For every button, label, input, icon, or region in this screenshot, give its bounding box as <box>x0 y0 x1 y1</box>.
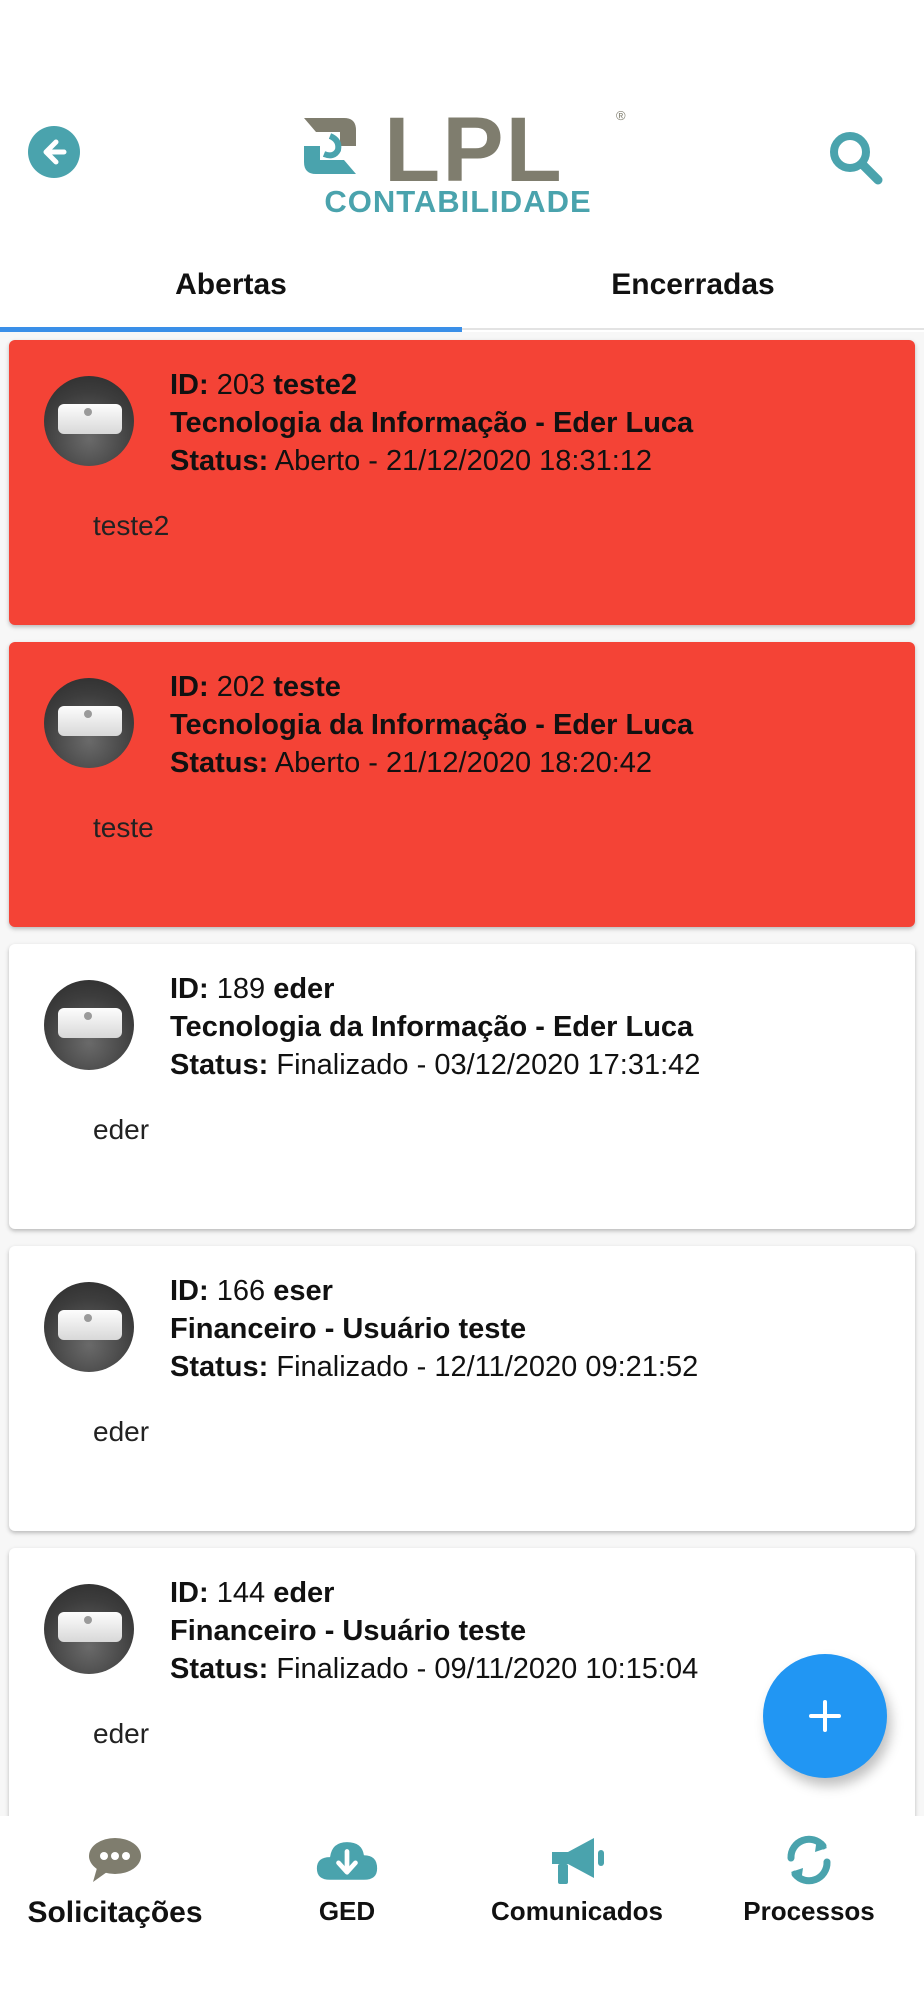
company-logo: LPL ® CONTABILIDADE <box>292 99 632 219</box>
request-department: Tecnologia da Informação - Eder Luca <box>170 407 694 439</box>
logo-text-sub: CONTABILIDADE <box>324 184 592 219</box>
request-department: Financeiro - Usuário teste <box>170 1615 527 1647</box>
request-status: Status: Aberto - 21/12/2020 18:20:42 <box>170 747 653 779</box>
nav-label-processos: Processos <box>743 1896 875 1926</box>
request-card[interactable]: ID: 203 teste2 Tecnologia da Informação … <box>9 340 915 625</box>
request-status: Status: Aberto - 21/12/2020 18:31:12 <box>170 445 653 477</box>
search-icon <box>830 132 883 185</box>
request-description: teste2 <box>93 510 170 541</box>
request-card[interactable]: ID: 202 teste Tecnologia da Informação -… <box>9 642 915 927</box>
request-status: Status: Finalizado - 12/11/2020 09:21:52 <box>170 1351 699 1383</box>
nav-item-ged[interactable]: GED <box>232 1832 462 1952</box>
request-status: Status: Finalizado - 03/12/2020 17:31:42 <box>170 1049 701 1081</box>
request-id: 144 <box>216 1577 266 1609</box>
request-id-line: ID: 202 teste <box>170 671 341 703</box>
arrow-left-icon <box>43 139 67 165</box>
request-description: eder <box>93 1718 150 1749</box>
request-description: eder <box>93 1416 150 1447</box>
request-id-line: ID: 203 teste2 <box>170 369 358 401</box>
cloud-download-icon <box>315 1832 379 1888</box>
logo-swirl-icon <box>304 118 356 174</box>
nav-item-solicitacoes[interactable]: Solicitações <box>0 1832 230 1952</box>
avatar <box>44 1584 134 1674</box>
nav-label-ged: GED <box>318 1896 376 1926</box>
request-id-line: ID: 144 eder <box>170 1577 335 1609</box>
request-title: eder <box>273 1577 335 1609</box>
avatar <box>44 1282 134 1372</box>
request-title: eser <box>273 1275 333 1307</box>
request-title: eder <box>273 973 335 1005</box>
tab-abertas[interactable]: Abertas <box>0 240 462 332</box>
megaphone-icon <box>545 1832 609 1888</box>
request-id-line: ID: 189 eder <box>170 973 335 1005</box>
request-list[interactable]: ID: 203 teste2 Tecnologia da Informação … <box>0 332 924 1816</box>
request-description: teste <box>93 812 154 843</box>
back-button[interactable] <box>28 126 80 178</box>
request-id: 166 <box>216 1275 266 1307</box>
nav-label-comunicados: Comunicados <box>491 1896 663 1926</box>
request-department: Tecnologia da Informação - Eder Luca <box>170 709 694 741</box>
request-id: 203 <box>216 369 266 401</box>
request-department: Tecnologia da Informação - Eder Luca <box>170 1011 694 1043</box>
status-tabs: Abertas Encerradas <box>0 240 924 332</box>
request-id: 202 <box>216 671 266 703</box>
request-id-line: ID: 166 eser <box>170 1275 333 1307</box>
request-card[interactable]: ID: 189 eder Tecnologia da Informação - … <box>9 944 915 1229</box>
avatar <box>44 678 134 768</box>
add-request-button[interactable] <box>763 1654 887 1778</box>
search-button[interactable] <box>826 128 886 188</box>
request-title: teste <box>273 671 341 703</box>
request-description: eder <box>93 1114 150 1145</box>
nav-item-processos[interactable]: Processos <box>694 1832 924 1952</box>
request-card[interactable]: ID: 166 eser Financeiro - Usuário teste … <box>9 1246 915 1531</box>
chat-bubble-icon <box>83 1832 147 1888</box>
request-department: Financeiro - Usuário teste <box>170 1313 527 1345</box>
request-id: 189 <box>216 973 266 1005</box>
request-title: teste2 <box>273 369 358 401</box>
app-header: LPL ® CONTABILIDADE <box>0 0 924 240</box>
nav-item-comunicados[interactable]: Comunicados <box>462 1832 692 1952</box>
bottom-navigation: Solicitações GED Comunicados Processos <box>0 1816 924 2000</box>
plus-icon <box>809 1700 841 1732</box>
tab-encerradas[interactable]: Encerradas <box>462 240 924 330</box>
nav-label-solicitacoes: Solicitações <box>27 1896 203 1929</box>
logo-registered-mark: ® <box>616 108 626 123</box>
sync-icon <box>777 1832 841 1888</box>
avatar <box>44 980 134 1070</box>
avatar <box>44 376 134 466</box>
